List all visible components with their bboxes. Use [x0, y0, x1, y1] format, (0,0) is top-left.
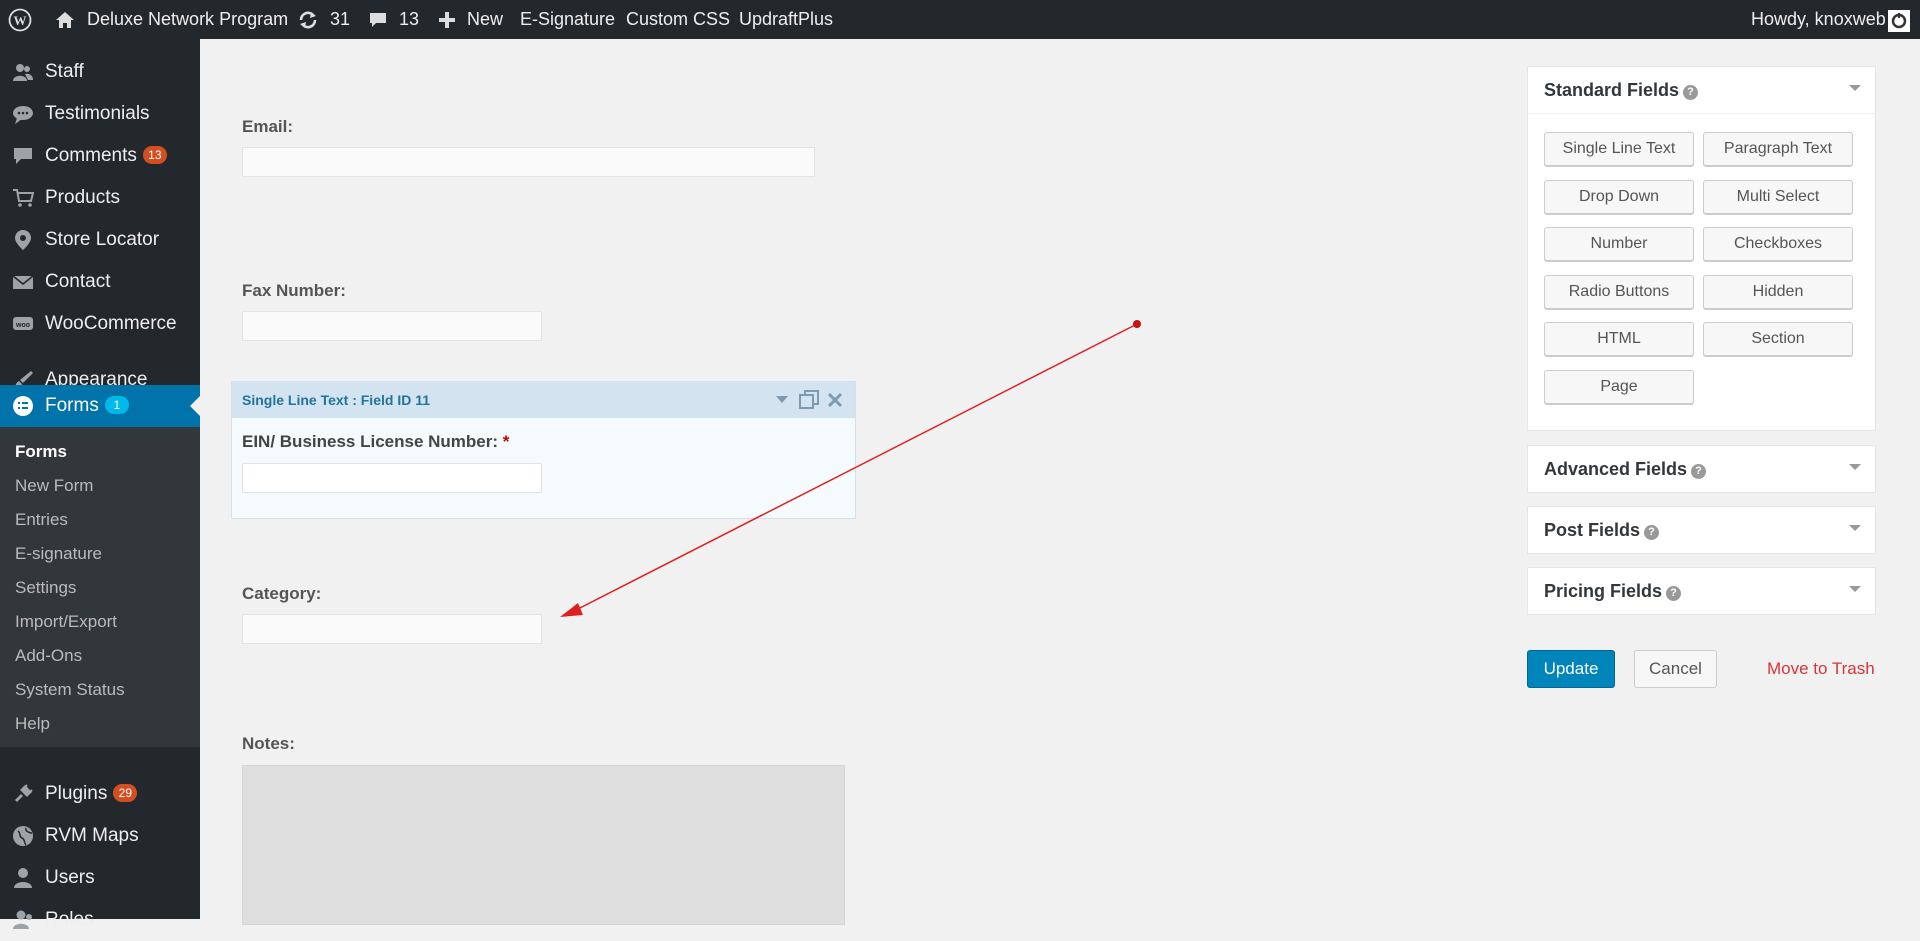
standard-fields-panel: Standard Fields? Single Line Text Paragr… [1527, 66, 1876, 431]
pricing-fields-panel[interactable]: Pricing Fields? [1527, 567, 1876, 615]
help-icon[interactable]: ? [1644, 525, 1660, 540]
post-fields-panel[interactable]: Post Fields? [1527, 506, 1876, 554]
add-drop-down-button[interactable]: Drop Down [1544, 180, 1694, 214]
add-checkboxes-button[interactable]: Checkboxes [1703, 227, 1853, 261]
move-to-trash-link[interactable]: Move to Trash [1767, 659, 1875, 679]
add-radio-buttons-button[interactable]: Radio Buttons [1544, 275, 1694, 309]
add-single-line-text-button[interactable]: Single Line Text [1544, 132, 1694, 166]
help-icon[interactable]: ? [1666, 586, 1682, 601]
add-page-button[interactable]: Page [1544, 370, 1694, 404]
standard-fields-title: Standard Fields [1544, 80, 1680, 100]
add-html-button[interactable]: HTML [1544, 322, 1694, 356]
cancel-button[interactable]: Cancel [1634, 650, 1717, 688]
expand-caret-icon[interactable] [1849, 525, 1861, 531]
pricing-fields-title: Pricing Fields [1544, 581, 1663, 601]
update-button[interactable]: Update [1527, 650, 1615, 688]
collapse-caret-icon[interactable] [1849, 85, 1861, 91]
add-multi-select-button[interactable]: Multi Select [1703, 180, 1853, 214]
advanced-fields-title: Advanced Fields [1544, 459, 1688, 479]
help-icon[interactable]: ? [1691, 464, 1707, 479]
help-icon[interactable]: ? [1683, 85, 1699, 100]
expand-caret-icon[interactable] [1849, 586, 1861, 592]
add-section-button[interactable]: Section [1703, 322, 1853, 356]
add-paragraph-text-button[interactable]: Paragraph Text [1703, 132, 1853, 166]
post-fields-title: Post Fields [1544, 520, 1641, 540]
panel-divider [1528, 113, 1875, 114]
advanced-fields-panel[interactable]: Advanced Fields? [1527, 445, 1876, 493]
expand-caret-icon[interactable] [1849, 464, 1861, 470]
add-hidden-button[interactable]: Hidden [1703, 275, 1853, 309]
add-number-button[interactable]: Number [1544, 227, 1694, 261]
